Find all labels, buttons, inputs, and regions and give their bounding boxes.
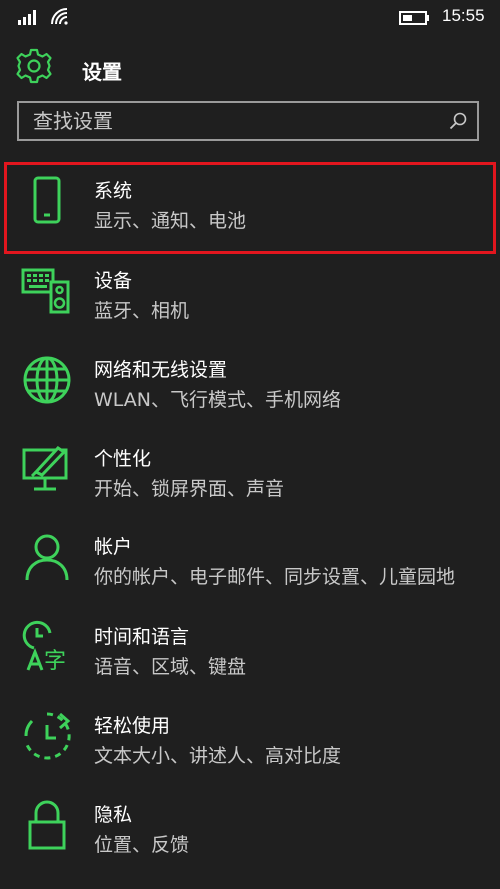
settings-item-network[interactable]: 网络和无线设置 WLAN、飞行模式、手机网络 <box>0 339 500 427</box>
status-bar: 15:55 <box>0 0 500 36</box>
settings-item-devices[interactable]: 设备 蓝牙、相机 <box>0 250 500 338</box>
person-icon <box>25 534 69 581</box>
settings-item-accounts[interactable]: 帐户 你的帐户、电子邮件、同步设置、儿童园地 <box>0 516 500 604</box>
settings-item-time-language[interactable]: 字 时间和语言 语音、区域、键盘 <box>0 606 500 694</box>
globe-icon <box>23 356 71 404</box>
search-input[interactable] <box>19 103 439 139</box>
search-box[interactable] <box>17 101 479 141</box>
status-time: 15:55 <box>442 6 485 25</box>
settings-item-title: 轻松使用 <box>94 715 171 737</box>
settings-item-title: 帐户 <box>94 536 133 558</box>
page-title: 设置 <box>82 60 122 84</box>
svg-text:字: 字 <box>44 649 66 674</box>
battery-icon <box>399 11 429 25</box>
wifi-icon <box>51 8 68 25</box>
settings-item-title: 个性化 <box>94 448 152 470</box>
settings-item-subtitle: 蓝牙、相机 <box>94 300 190 322</box>
devices-icon <box>21 268 70 314</box>
settings-item-title: 系统 <box>94 180 133 202</box>
settings-item-subtitle: 文本大小、讲述人、高对比度 <box>94 745 342 767</box>
header: 设置 <box>0 44 500 94</box>
settings-item-subtitle: 语音、区域、键盘 <box>94 656 247 678</box>
signal-icon <box>18 10 36 25</box>
ease-of-access-icon <box>24 712 71 760</box>
settings-item-privacy[interactable]: 隐私 位置、反馈 <box>0 784 500 872</box>
time-language-icon: 字 <box>22 620 66 674</box>
settings-item-title: 网络和无线设置 <box>94 359 228 381</box>
settings-item-personalization[interactable]: 个性化 开始、锁屏界面、声音 <box>0 428 500 516</box>
settings-item-subtitle: 位置、反馈 <box>94 834 190 856</box>
settings-item-subtitle: WLAN、飞行模式、手机网络 <box>94 389 342 411</box>
phone-icon <box>33 176 61 224</box>
settings-item-subtitle: 开始、锁屏界面、声音 <box>94 478 285 500</box>
settings-item-title: 时间和语言 <box>94 626 190 648</box>
gear-icon <box>16 48 52 84</box>
search-icon[interactable] <box>449 112 467 130</box>
personalization-icon <box>22 446 68 491</box>
settings-item-title: 设备 <box>94 270 133 292</box>
settings-item-title: 隐私 <box>94 804 133 826</box>
lock-icon <box>28 800 66 850</box>
settings-item-system[interactable]: 系统 显示、通知、电池 <box>0 160 500 248</box>
settings-item-subtitle: 显示、通知、电池 <box>94 210 247 232</box>
settings-item-ease-of-access[interactable]: 轻松使用 文本大小、讲述人、高对比度 <box>0 695 500 783</box>
settings-item-subtitle: 你的帐户、电子邮件、同步设置、儿童园地 <box>94 566 456 588</box>
